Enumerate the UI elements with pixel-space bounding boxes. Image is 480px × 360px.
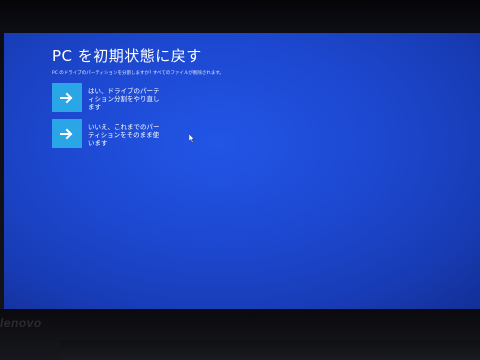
option-repartition[interactable]: はい、ドライブのパーティション分割をやり直します: [52, 83, 160, 112]
bezel-top: [0, 0, 480, 32]
page-title: PC を初期状態に戻す: [52, 47, 202, 65]
option-repartition-label: はい、ドライブのパーティション分割をやり直します: [88, 87, 160, 111]
option-keep-partitions[interactable]: いいえ、これまでのパーティションをそのまま使います: [52, 119, 160, 148]
option-repartition-tile[interactable]: [52, 83, 82, 112]
option-keep-partitions-label: いいえ、これまでのパーティションをそのまま使います: [88, 123, 160, 147]
lenovo-logo: lenovo: [0, 316, 42, 330]
laptop-photo: PC を初期状態に戻す PC のドライブのパーティションを分割しますか? すべて…: [0, 0, 480, 360]
arrow-right-icon: [60, 128, 73, 139]
mouse-cursor-icon: [188, 128, 195, 147]
option-keep-partitions-tile[interactable]: [52, 119, 82, 148]
keyboard-hinge: [60, 340, 480, 360]
reset-pc-screen: PC を初期状態に戻す PC のドライブのパーティションを分割しますか? すべて…: [4, 33, 480, 309]
page-subtitle: PC のドライブのパーティションを分割しますか? すべてのファイルが削除されます…: [52, 71, 224, 76]
arrow-right-icon: [60, 92, 73, 103]
